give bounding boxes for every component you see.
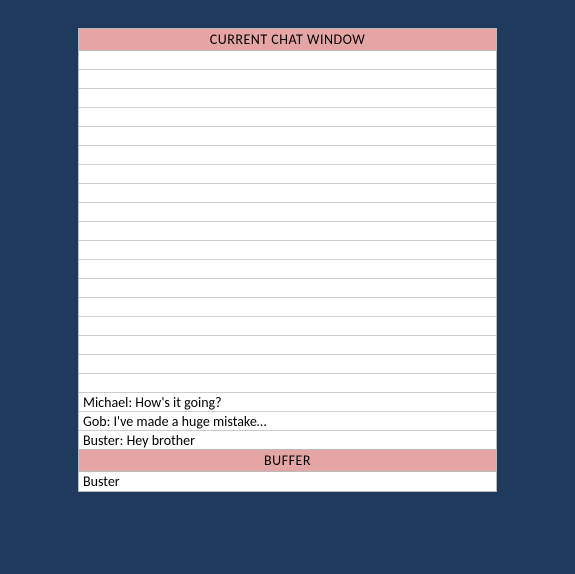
- buffer-area: Buster: [78, 472, 497, 492]
- chat-row[interactable]: [79, 165, 496, 184]
- chat-row[interactable]: [79, 127, 496, 146]
- chat-row[interactable]: [79, 89, 496, 108]
- chat-header: CURRENT CHAT WINDOW: [78, 28, 497, 51]
- chat-row[interactable]: [79, 374, 496, 393]
- chat-area: Michael: How's it going? Gob: I've made …: [78, 51, 497, 450]
- buffer-row[interactable]: Buster: [79, 472, 496, 491]
- chat-row[interactable]: [79, 336, 496, 355]
- chat-row[interactable]: [79, 317, 496, 336]
- buffer-header: BUFFER: [78, 450, 497, 472]
- chat-row[interactable]: [79, 279, 496, 298]
- chat-window-container: CURRENT CHAT WINDOW Michael: How's it go…: [78, 28, 497, 492]
- chat-row[interactable]: Gob: I've made a huge mistake…: [79, 412, 496, 431]
- chat-row[interactable]: [79, 355, 496, 374]
- chat-row[interactable]: [79, 108, 496, 127]
- chat-row[interactable]: [79, 70, 496, 89]
- chat-row[interactable]: [79, 241, 496, 260]
- chat-row[interactable]: [79, 51, 496, 70]
- chat-row[interactable]: [79, 184, 496, 203]
- chat-row[interactable]: [79, 222, 496, 241]
- chat-row[interactable]: [79, 203, 496, 222]
- chat-row[interactable]: [79, 260, 496, 279]
- chat-row[interactable]: [79, 298, 496, 317]
- chat-row[interactable]: Buster: Hey brother: [79, 431, 496, 450]
- chat-row[interactable]: Michael: How's it going?: [79, 393, 496, 412]
- chat-row[interactable]: [79, 146, 496, 165]
